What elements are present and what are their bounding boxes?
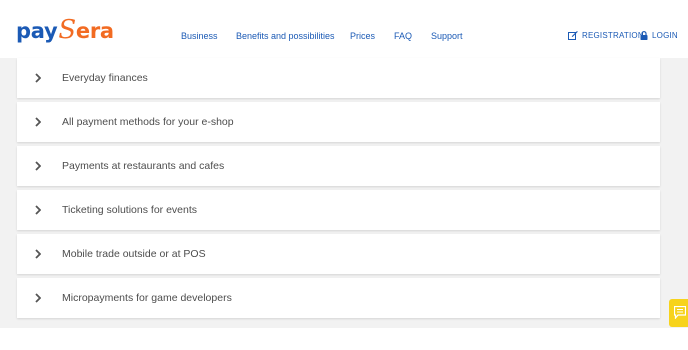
chevron-right-icon bbox=[35, 73, 41, 83]
chevron-right-icon bbox=[35, 161, 41, 171]
chevron-right-icon bbox=[35, 205, 41, 215]
accordion-section: Everyday finances All payment methods fo… bbox=[0, 58, 688, 328]
nav-item-faq[interactable]: FAQ bbox=[394, 31, 412, 41]
logo-text-s: S bbox=[58, 15, 76, 45]
registration-label: REGISTRATION bbox=[582, 31, 644, 40]
logo-text-era: era bbox=[75, 19, 114, 43]
logo-text-pay: pay bbox=[16, 19, 58, 43]
login-label: LOGIN bbox=[652, 31, 678, 40]
accordion-item-ticketing[interactable]: Ticketing solutions for events bbox=[17, 190, 660, 230]
accordion-item-label: Micropayments for game developers bbox=[62, 292, 232, 304]
nav-item-support[interactable]: Support bbox=[431, 31, 463, 41]
login-link[interactable]: LOGIN bbox=[640, 31, 678, 40]
chevron-right-icon bbox=[35, 293, 41, 303]
nav-item-prices[interactable]: Prices bbox=[350, 31, 375, 41]
accordion-item-label: Everyday finances bbox=[62, 72, 148, 84]
accordion-item-micropayments[interactable]: Micropayments for game developers bbox=[17, 278, 660, 318]
accordion-item-eshop-payments[interactable]: All payment methods for your e-shop bbox=[17, 102, 660, 142]
registration-link[interactable]: REGISTRATION bbox=[568, 31, 644, 40]
chat-widget-button[interactable] bbox=[669, 299, 688, 327]
chevron-right-icon bbox=[35, 117, 41, 127]
edit-icon bbox=[568, 31, 578, 40]
accordion-item-mobile-trade[interactable]: Mobile trade outside or at POS bbox=[17, 234, 660, 274]
accordion-item-label: All payment methods for your e-shop bbox=[62, 116, 234, 128]
accordion-item-label: Payments at restaurants and cafes bbox=[62, 160, 225, 172]
chat-icon bbox=[674, 306, 686, 319]
accordion-item-restaurant-payments[interactable]: Payments at restaurants and cafes bbox=[17, 146, 660, 186]
paysera-logo[interactable]: pay Sera bbox=[16, 17, 114, 43]
nav-item-benefits[interactable]: Benefits and possibilities bbox=[236, 31, 335, 41]
accordion-item-label: Mobile trade outside or at POS bbox=[62, 248, 206, 260]
nav-item-business[interactable]: Business bbox=[181, 31, 218, 41]
chevron-right-icon bbox=[35, 249, 41, 259]
accordion-item-label: Ticketing solutions for events bbox=[62, 204, 198, 216]
site-header: pay Sera Business Benefits and possibilit… bbox=[0, 0, 688, 58]
lock-icon bbox=[640, 31, 648, 40]
page-bottom bbox=[0, 328, 688, 350]
accordion-item-everyday-finances[interactable]: Everyday finances bbox=[17, 58, 660, 98]
